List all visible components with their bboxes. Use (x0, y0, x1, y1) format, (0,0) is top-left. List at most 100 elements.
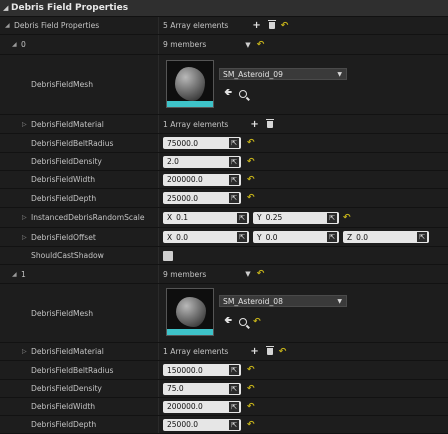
array-element-row: ◢ 1 9 members ▼ ↶ (0, 265, 448, 284)
use-selected-arrow-icon[interactable]: 🢀 (224, 85, 232, 102)
random-scale-row: ▷ InstancedDebrisRandomScale X 0.1 ⇱ Y 0.25… (0, 208, 448, 228)
density-row: DebrisFieldDensity 75.0 ⇱ ↶ (0, 380, 448, 398)
element-menu-chevron-down-icon[interactable]: ▼ (245, 270, 250, 278)
offset-y-input[interactable]: Y 0.0 ⇱ (253, 231, 339, 243)
offset-z-input[interactable]: Z 0.0 ⇱ (343, 231, 429, 243)
scale-x-input[interactable]: X 0.1 ⇱ (163, 211, 249, 224)
property-label: Debris Field Properties (14, 21, 100, 30)
array-count: 1 Array elements (163, 347, 229, 356)
offset-x-input[interactable]: X 0.0 ⇱ (163, 231, 249, 243)
drag-handle-icon[interactable]: ⇱ (237, 212, 247, 223)
array-root-row: ◢ Debris Field Properties 5 Array elemen… (0, 17, 448, 35)
mesh-thumbnail[interactable] (166, 288, 214, 336)
reset-arrow-icon[interactable]: ↶ (247, 402, 255, 412)
expand-triangle-icon[interactable]: ▷ (22, 214, 31, 221)
asset-picker-dropdown[interactable]: SM_Asteroid_08 ▼ (219, 295, 347, 307)
property-label: DebrisFieldMesh (31, 80, 94, 89)
reset-arrow-icon[interactable]: ↶ (281, 21, 289, 31)
drag-handle-icon[interactable]: ⇱ (327, 232, 337, 242)
property-label: DebrisFieldMesh (31, 308, 94, 318)
delete-trash-icon[interactable] (265, 346, 274, 355)
property-label: DebrisFieldWidth (31, 402, 96, 411)
property-label: DebrisFieldDensity (31, 157, 102, 166)
expand-triangle-icon[interactable]: ▷ (22, 234, 31, 241)
array-element-row: ◢ 0 9 members ▼ ↶ (0, 35, 448, 55)
drag-handle-icon[interactable]: ⇱ (229, 156, 239, 167)
property-label: DebrisFieldBeltRadius (31, 138, 114, 148)
drag-handle-icon[interactable]: ⇱ (229, 174, 239, 185)
collapse-triangle-icon[interactable]: ◢ (5, 22, 14, 29)
element-menu-chevron-down-icon[interactable]: ▼ (245, 41, 250, 49)
collapse-triangle-icon[interactable]: ◢ (3, 4, 11, 12)
reset-arrow-icon[interactable]: ↶ (247, 420, 255, 430)
reset-arrow-icon[interactable]: ↶ (247, 365, 255, 375)
drag-handle-icon[interactable]: ⇱ (229, 138, 239, 148)
asteroid-preview (176, 297, 206, 327)
property-label: DebrisFieldOffset (31, 232, 96, 242)
property-label: DebrisFieldWidth (31, 175, 96, 184)
use-selected-arrow-icon[interactable]: 🢀 (224, 313, 232, 330)
reset-arrow-icon[interactable]: ↶ (247, 157, 255, 167)
belt-radius-row: DebrisFieldBeltRadius 75000.0 ⇱ ↶ (0, 134, 448, 153)
array-count: 5 Array elements (163, 21, 229, 30)
section-header[interactable]: ◢ Debris Field Properties (0, 0, 448, 17)
mesh-thumbnail[interactable] (166, 60, 214, 108)
browse-magnifier-icon[interactable] (239, 317, 248, 326)
asset-name: SM_Asteroid_09 (223, 69, 283, 79)
scale-y-input[interactable]: Y 0.25 ⇱ (253, 211, 339, 224)
expand-triangle-icon[interactable]: ▷ (22, 121, 31, 128)
delete-trash-icon[interactable] (267, 20, 276, 29)
add-element-plus-icon[interactable]: + (250, 119, 258, 130)
cast-shadow-checkbox[interactable] (163, 250, 173, 261)
browse-magnifier-icon[interactable] (239, 89, 248, 98)
depth-input[interactable]: 25000.0 ⇱ (163, 192, 241, 204)
width-row: DebrisFieldWidth 200000.0 ⇱ ↶ (0, 398, 448, 416)
drag-handle-icon[interactable]: ⇱ (327, 212, 337, 223)
cast-shadow-row: ShouldCastShadow (0, 247, 448, 265)
belt-radius-input[interactable]: 75000.0 ⇱ (163, 137, 241, 149)
asset-picker-dropdown[interactable]: SM_Asteroid_09 ▼ (219, 68, 347, 80)
reset-arrow-icon[interactable]: ↶ (247, 175, 255, 185)
density-input[interactable]: 2.0 ⇱ (163, 155, 241, 168)
mesh-row: DebrisFieldMesh SM_Asteroid_08 ▼ 🢀 ↶ (0, 284, 448, 343)
reset-arrow-icon[interactable]: ↶ (247, 193, 255, 203)
expand-triangle-icon[interactable]: ▷ (22, 348, 31, 355)
depth-row: DebrisFieldDepth 25000.0 ⇱ ↶ (0, 189, 448, 208)
belt-radius-row: DebrisFieldBeltRadius 150000.0 ⇱ ↶ (0, 361, 448, 380)
add-element-plus-icon[interactable]: + (250, 346, 258, 357)
member-count: 9 members (163, 269, 207, 279)
delete-trash-icon[interactable] (265, 118, 274, 128)
drag-handle-icon[interactable]: ⇱ (237, 232, 247, 242)
reset-arrow-icon[interactable]: ↶ (257, 269, 265, 279)
drag-handle-icon[interactable]: ⇱ (229, 401, 239, 412)
belt-radius-input[interactable]: 150000.0 ⇱ (163, 364, 241, 376)
reset-arrow-icon[interactable]: ↶ (257, 40, 265, 50)
array-count: 1 Array elements (163, 119, 229, 129)
property-label: DebrisFieldBeltRadius (31, 365, 114, 375)
reset-arrow-icon[interactable]: ↶ (253, 317, 261, 327)
element-index: 1 (21, 269, 26, 279)
collapse-triangle-icon[interactable]: ◢ (12, 271, 21, 278)
reset-arrow-icon[interactable]: ↶ (279, 347, 287, 357)
density-input[interactable]: 75.0 ⇱ (163, 382, 241, 395)
width-input[interactable]: 200000.0 ⇱ (163, 400, 241, 413)
property-label: InstancedDebrisRandomScale (31, 213, 145, 222)
add-element-plus-icon[interactable]: + (252, 20, 260, 31)
property-label: DebrisFieldMaterial (31, 347, 104, 356)
width-input[interactable]: 200000.0 ⇱ (163, 173, 241, 186)
reset-arrow-icon[interactable]: ↶ (247, 384, 255, 394)
density-row: DebrisFieldDensity 2.0 ⇱ ↶ (0, 153, 448, 171)
depth-input[interactable]: 25000.0 ⇱ (163, 418, 241, 431)
member-count: 9 members (163, 40, 207, 49)
reset-arrow-icon[interactable]: ↶ (343, 213, 351, 223)
drag-handle-icon[interactable]: ⇱ (229, 365, 239, 375)
reset-arrow-icon[interactable]: ↶ (247, 138, 255, 148)
section-title: Debris Field Properties (11, 3, 129, 13)
drag-handle-icon[interactable]: ⇱ (417, 232, 427, 242)
collapse-triangle-icon[interactable]: ◢ (12, 41, 21, 48)
drag-handle-icon[interactable]: ⇱ (229, 383, 239, 394)
material-row: ▷ DebrisFieldMaterial 1 Array elements + (0, 115, 448, 134)
drag-handle-icon[interactable]: ⇱ (229, 193, 239, 203)
drag-handle-icon[interactable]: ⇱ (229, 419, 239, 430)
property-label: DebrisFieldDepth (31, 193, 97, 203)
